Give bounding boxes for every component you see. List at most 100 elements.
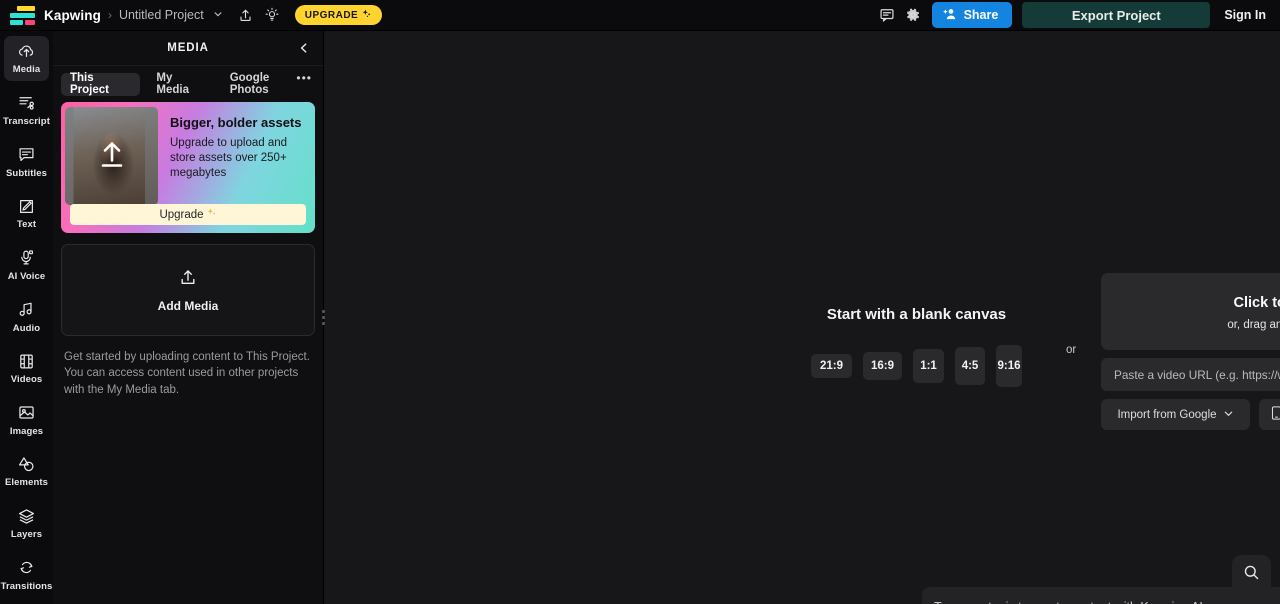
dropzone-subtitle: or, drag and drop a file here <box>1227 319 1280 331</box>
add-media-dropzone[interactable]: Add Media <box>61 244 315 336</box>
sidebar-label: Elements <box>4 477 49 489</box>
blank-canvas-title: Start with a blank canvas <box>826 306 1007 323</box>
aspect-ratio-1-1[interactable]: 1:1 <box>913 349 944 383</box>
ratio-label: 16:9 <box>870 360 895 372</box>
tab-label: My Media <box>156 72 189 96</box>
sidebar-item-subtitles[interactable]: Subtitles <box>4 139 49 184</box>
share-upload-icon[interactable] <box>233 2 259 28</box>
sidebar-label: Text <box>16 219 37 231</box>
upgrade-promo-card[interactable]: Bigger, bolder assets Upgrade to upload … <box>61 102 315 233</box>
export-project-button[interactable]: Export Project <box>1022 2 1211 28</box>
search-icon <box>1242 563 1261 587</box>
upload-cloud-icon <box>17 41 36 61</box>
brand-name[interactable]: Kapwing <box>44 8 101 23</box>
sparkle-icon <box>207 208 217 221</box>
left-nav-rail: Media Transcript Subtitles Text AI Voice… <box>0 31 53 604</box>
aspect-ratio-9-16[interactable]: 9:16 <box>996 345 1022 387</box>
sidebar-item-elements[interactable]: Elements <box>4 449 49 494</box>
editor-body: Media Transcript Subtitles Text AI Voice… <box>0 31 1280 604</box>
dropzone-title-row: Click to upload <box>1234 292 1280 314</box>
sidebar-item-layers[interactable]: Layers <box>4 501 49 546</box>
promo-upgrade-button[interactable]: Upgrade <box>70 204 306 225</box>
upload-action-row: Import from Google Upload from phone <box>1101 399 1280 430</box>
import-from-google-button[interactable]: Import from Google <box>1101 399 1250 430</box>
upload-section: Click to upload or, drag and drop a file… <box>1101 273 1280 430</box>
sidebar-item-transitions[interactable]: Transitions <box>1 552 52 597</box>
shapes-icon <box>17 454 36 474</box>
film-strip-icon <box>17 351 36 371</box>
sidebar-label: AI Voice <box>7 270 46 282</box>
media-panel-note: Get started by uploading content to This… <box>64 351 310 396</box>
sidebar-item-images[interactable]: Images <box>4 397 49 442</box>
top-bar: Kapwing › Untitled Project UPGRADE Share… <box>0 0 1280 31</box>
kapwing-editor-app: Kapwing › Untitled Project UPGRADE Share… <box>0 0 1280 604</box>
share-button[interactable]: Share <box>931 2 1013 28</box>
sidebar-item-audio[interactable]: Audio <box>4 294 49 339</box>
kapwing-logo[interactable] <box>10 5 35 25</box>
promo-heading: Bigger, bolder assets <box>170 115 302 130</box>
upgrade-badge-label: UPGRADE <box>304 9 359 21</box>
kapwing-ai-prompt-bar[interactable] <box>922 587 1280 604</box>
aspect-ratio-21-9[interactable]: 21:9 <box>811 354 852 378</box>
upload-arrow-icon <box>96 137 128 176</box>
aspect-ratio-4-5[interactable]: 4:5 <box>955 347 985 385</box>
upload-from-phone-button[interactable]: Upload from phone <box>1259 399 1280 430</box>
panel-title: MEDIA <box>167 42 209 54</box>
click-to-upload-dropzone[interactable]: Click to upload or, drag and drop a file… <box>1101 273 1280 350</box>
chevron-down-icon[interactable] <box>213 9 223 21</box>
ratio-label: 21:9 <box>819 360 844 372</box>
sidebar-label: Layers <box>10 529 43 541</box>
breadcrumb-separator: › <box>107 8 112 22</box>
sidebar-item-media[interactable]: Media <box>4 36 49 81</box>
ratio-label: 9:16 <box>997 360 1021 372</box>
sidebar-item-ai-voice[interactable]: AI Voice <box>4 243 49 288</box>
transcript-icon <box>17 93 36 113</box>
aspect-ratio-options: 21:9 16:9 1:1 4:5 9:16 <box>784 345 1049 387</box>
search-button[interactable] <box>1232 555 1271 594</box>
project-name[interactable]: Untitled Project <box>119 8 204 22</box>
tab-this-project[interactable]: This Project <box>61 72 141 96</box>
microphone-icon <box>17 248 36 268</box>
music-note-icon <box>17 300 36 320</box>
promo-body: Upgrade to upload and store assets over … <box>170 136 288 180</box>
sidebar-label: Images <box>9 425 44 437</box>
media-panel: MEDIA This Project My Media Google Photo… <box>53 31 327 604</box>
sidebar-label: Subtitles <box>5 167 47 179</box>
sidebar-item-videos[interactable]: Videos <box>4 346 49 391</box>
subtitles-icon <box>17 145 36 165</box>
tab-label: This Project <box>70 72 109 96</box>
video-url-input[interactable] <box>1101 358 1280 391</box>
canvas-stage: Start with a blank canvas 21:9 16:9 1:1 … <box>324 31 1280 604</box>
image-icon <box>17 403 36 423</box>
ai-prompt-input[interactable] <box>934 600 1280 604</box>
chevron-left-icon[interactable] <box>293 37 315 59</box>
sidebar-label: Media <box>12 64 41 76</box>
sidebar-item-transcript[interactable]: Transcript <box>3 88 50 133</box>
gear-icon[interactable] <box>900 2 926 28</box>
share-button-label: Share <box>963 8 999 22</box>
panel-resize-grip[interactable] <box>319 305 327 331</box>
upload-icon <box>178 267 198 293</box>
lightbulb-icon[interactable] <box>259 2 285 28</box>
sidebar-label: Audio <box>12 322 41 334</box>
tab-my-media[interactable]: My Media <box>147 72 213 96</box>
media-tabs: This Project My Media Google Photos ••• <box>53 66 323 102</box>
sparkle-icon <box>362 9 372 22</box>
ratio-label: 1:1 <box>920 360 937 372</box>
ratio-label: 4:5 <box>961 360 979 372</box>
media-panel-header: MEDIA <box>53 31 323 66</box>
transitions-icon <box>17 558 36 578</box>
export-project-label: Export Project <box>1071 7 1161 23</box>
promo-thumbnail <box>65 107 158 205</box>
dropzone-title: Click to upload <box>1233 295 1280 311</box>
more-horizontal-icon[interactable]: ••• <box>296 72 312 84</box>
aspect-ratio-16-9[interactable]: 16:9 <box>863 352 902 380</box>
blank-canvas-section: Start with a blank canvas 21:9 16:9 1:1 … <box>784 306 1049 387</box>
sign-in-button[interactable]: Sign In <box>1224 8 1266 22</box>
or-divider-label: or <box>1066 344 1077 356</box>
upgrade-badge[interactable]: UPGRADE <box>294 5 383 25</box>
sidebar-item-text[interactable]: Text <box>4 191 49 236</box>
comment-icon[interactable] <box>874 2 900 28</box>
add-media-label: Add Media <box>157 299 219 313</box>
sidebar-label: Videos <box>10 374 43 386</box>
